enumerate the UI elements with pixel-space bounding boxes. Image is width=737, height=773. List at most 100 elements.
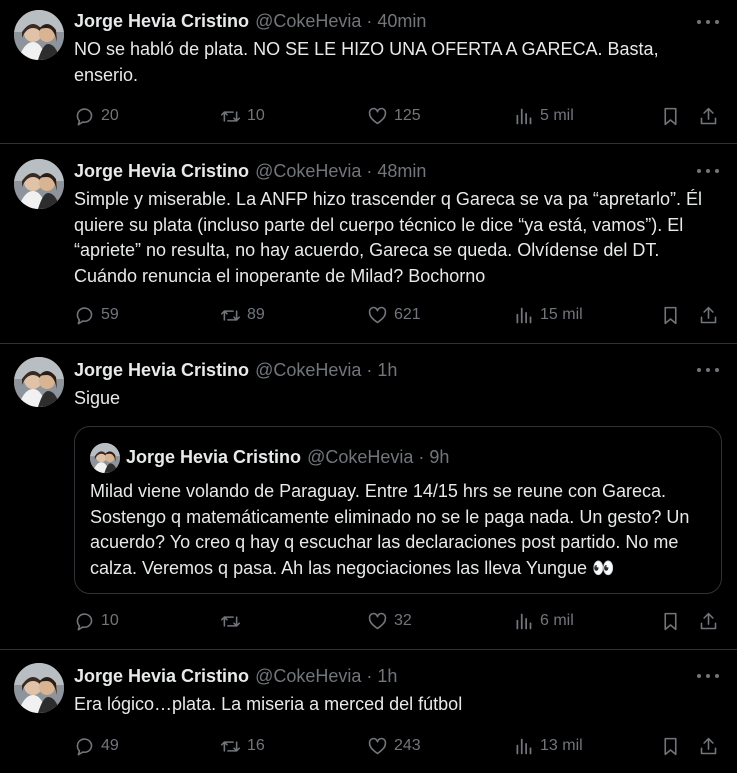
reply-count: 49 [101, 737, 119, 754]
timestamp[interactable]: 1h [377, 666, 397, 686]
views-chart-icon [516, 738, 532, 754]
timestamp[interactable]: 40min [377, 11, 426, 31]
views-button[interactable]: 13 mil [513, 734, 583, 758]
author-handle[interactable]: @CokeHevia [255, 11, 361, 31]
more-dots-icon[interactable] [697, 664, 719, 688]
more-dots-icon[interactable] [697, 159, 719, 183]
separator-dot: · [366, 666, 373, 686]
views-button[interactable]: 5 mil [513, 104, 574, 128]
avatar-photo [14, 159, 64, 209]
more-dots-icon[interactable] [697, 358, 719, 382]
quoted-text: Milad viene volando de Paraguay. Entre 1… [90, 481, 690, 578]
heart-icon [368, 612, 387, 629]
view-count: 5 mil [540, 107, 574, 124]
avatar[interactable] [14, 663, 64, 713]
reply-button[interactable]: 10 [74, 609, 119, 633]
bookmark-button[interactable] [660, 104, 681, 128]
view-count: 13 mil [540, 737, 583, 754]
tweet-text: Era lógico…plata. La miseria a merced de… [74, 694, 463, 714]
retweet-button[interactable] [220, 609, 247, 633]
share-button[interactable] [698, 303, 719, 327]
like-count: 621 [394, 306, 421, 323]
bookmark-icon [664, 306, 677, 324]
views-button[interactable]: 15 mil [513, 303, 583, 327]
reply-icon [76, 306, 93, 324]
author-handle[interactable]: @CokeHevia [255, 666, 361, 686]
tweet-header: Jorge Hevia Cristino @CokeHevia · 1h [74, 358, 677, 382]
author-name[interactable]: Jorge Hevia Cristino [74, 666, 249, 686]
like-count: 32 [394, 612, 412, 629]
views-chart-icon [516, 307, 532, 323]
tweet-header: Jorge Hevia Cristino @CokeHevia · 40min [74, 9, 677, 33]
author-handle[interactable]: @CokeHevia [255, 360, 361, 380]
retweet-button[interactable]: 16 [220, 734, 265, 758]
author-name[interactable]: Jorge Hevia Cristino [74, 11, 249, 31]
retweet-count: 10 [247, 107, 265, 124]
quoted-tweet[interactable]: Jorge Hevia Cristino @CokeHevia · 9h Milad … [74, 426, 722, 594]
bookmark-button[interactable] [660, 609, 681, 633]
share-icon [700, 306, 717, 323]
like-button[interactable]: 125 [367, 104, 421, 128]
bookmark-icon [664, 107, 677, 125]
retweet-icon [220, 615, 241, 627]
separator-dot: · [366, 11, 373, 31]
author-handle[interactable]: @CokeHevia [255, 161, 361, 181]
share-button[interactable] [698, 104, 719, 128]
tweet[interactable]: Jorge Hevia Cristino @CokeHevia · 1h Sigue … [0, 344, 737, 650]
quoted-author-handle: @CokeHevia [307, 447, 414, 467]
action-bar: 59 89 621 15 mil [74, 303, 723, 327]
action-bar: 10 32 6 mil [74, 609, 723, 633]
tweet[interactable]: Jorge Hevia Cristino @CokeHevia · 40min NO … [0, 0, 737, 144]
tweet-text: Sigue [74, 388, 121, 408]
like-button[interactable]: 621 [367, 303, 421, 327]
avatar-photo [14, 357, 64, 407]
share-button[interactable] [698, 734, 719, 758]
reply-icon [76, 107, 93, 125]
quoted-author-name: Jorge Hevia Cristino [126, 447, 302, 467]
tweet-header: Jorge Hevia Cristino @CokeHevia · 48min [74, 159, 677, 183]
like-count: 243 [394, 737, 421, 754]
avatar[interactable] [14, 159, 64, 209]
reply-count: 10 [101, 612, 119, 629]
tweet-text: Simple y miserable. La ANFP hizo trascen… [74, 189, 702, 286]
avatar[interactable] [14, 10, 64, 60]
author-name[interactable]: Jorge Hevia Cristino [74, 161, 249, 181]
share-icon [700, 737, 717, 754]
author-name[interactable]: Jorge Hevia Cristino [74, 360, 249, 380]
avatar-photo [14, 10, 64, 60]
heart-icon [368, 737, 387, 754]
timestamp[interactable]: 1h [377, 360, 397, 380]
retweet-icon [220, 740, 241, 752]
reply-button[interactable]: 49 [74, 734, 119, 758]
tweet[interactable]: Jorge Hevia Cristino @CokeHevia · 48min Sim… [0, 144, 737, 344]
more-dots-icon[interactable] [697, 10, 719, 34]
avatar[interactable] [14, 357, 64, 407]
separator-dot: · [418, 447, 425, 467]
bookmark-button[interactable] [660, 734, 681, 758]
reply-icon [76, 612, 93, 630]
like-count: 125 [394, 107, 421, 124]
like-button[interactable]: 243 [367, 734, 421, 758]
share-button[interactable] [698, 609, 719, 633]
separator-dot: · [366, 161, 373, 181]
quoted-avatar[interactable] [90, 443, 120, 473]
tweet[interactable]: Jorge Hevia Cristino @CokeHevia · 1h Era ló… [0, 650, 737, 773]
tweet-text: NO se habló de plata. NO SE LE HIZO UNA … [74, 39, 659, 85]
avatar-photo [90, 443, 120, 473]
bookmark-button[interactable] [660, 303, 681, 327]
reply-button[interactable]: 59 [74, 303, 119, 327]
reply-button[interactable]: 20 [74, 104, 119, 128]
heart-icon [368, 306, 387, 323]
reply-icon [76, 737, 93, 755]
separator-dot: · [366, 360, 373, 380]
views-button[interactable]: 6 mil [513, 609, 574, 633]
share-icon [700, 107, 717, 124]
quoted-timestamp: 9h [429, 447, 450, 467]
heart-icon [368, 107, 387, 124]
retweet-icon [220, 309, 241, 321]
quoted-header: Jorge Hevia Cristino @CokeHevia · 9h [126, 445, 449, 469]
retweet-button[interactable]: 89 [220, 303, 265, 327]
like-button[interactable]: 32 [367, 609, 412, 633]
retweet-button[interactable]: 10 [220, 104, 265, 128]
timestamp[interactable]: 48min [377, 161, 426, 181]
